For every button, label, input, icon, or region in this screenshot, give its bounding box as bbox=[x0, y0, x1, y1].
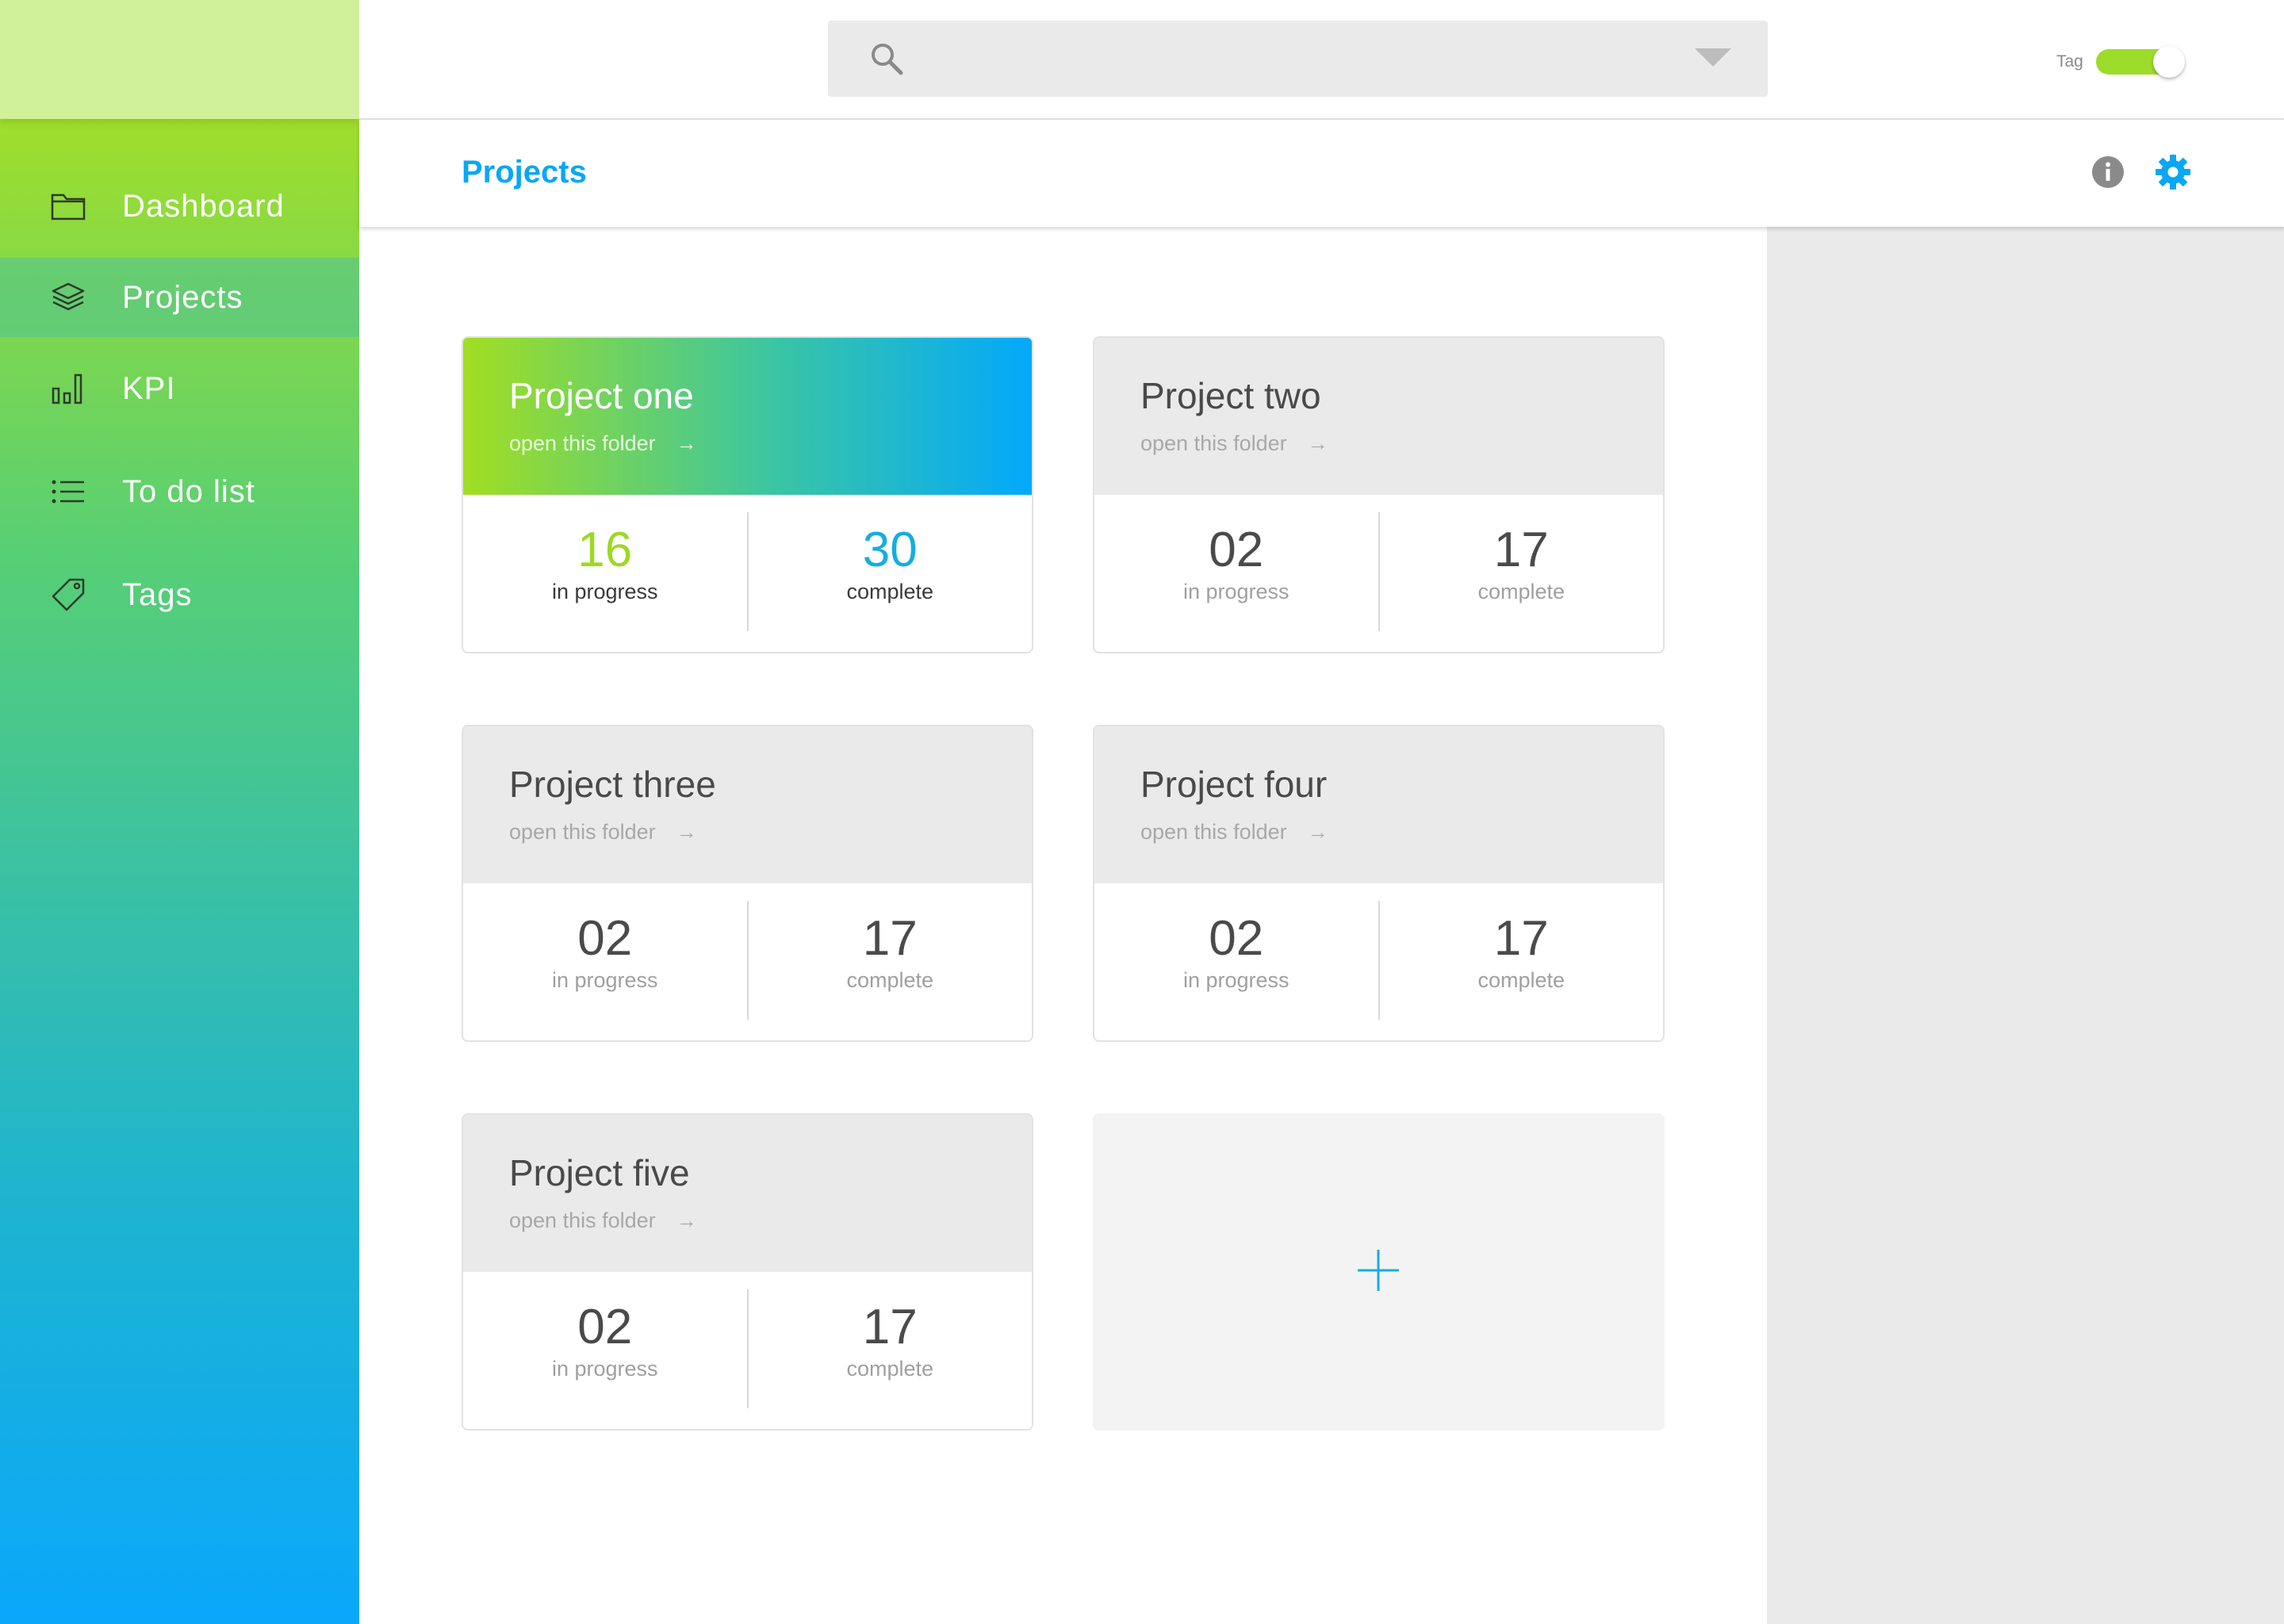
card-title: Project two bbox=[1140, 375, 1321, 416]
add-project-button[interactable] bbox=[1093, 1113, 1665, 1431]
open-folder-label: open this folder bbox=[1140, 820, 1287, 844]
complete-count: 17 bbox=[862, 1300, 918, 1354]
open-folder-link[interactable]: open this folder → bbox=[1140, 431, 1663, 456]
app-window: Dashboard Projects KPI To do list Tags T… bbox=[0, 0, 2284, 1624]
card-title: Project five bbox=[509, 1152, 690, 1193]
sidebar-item-label: Dashboard bbox=[122, 188, 285, 224]
sidebar-item-tags[interactable]: Tags bbox=[0, 543, 359, 646]
stat-complete: 17 complete bbox=[749, 1272, 1033, 1429]
top-bar: Tag bbox=[359, 0, 2284, 120]
card-title: Project three bbox=[509, 764, 716, 805]
open-folder-label: open this folder bbox=[1140, 431, 1287, 455]
card-stats: 02 in progress 17 complete bbox=[463, 883, 1033, 1040]
sidebar-item-kpi[interactable]: KPI bbox=[0, 337, 359, 440]
arrow-right-icon: → bbox=[1307, 431, 1328, 455]
search-input[interactable] bbox=[828, 21, 1768, 97]
stat-in-progress: 02 in progress bbox=[1094, 512, 1380, 631]
in-progress-count: 02 bbox=[577, 911, 633, 966]
card-stats: 02 in progress 17 complete bbox=[1094, 883, 1664, 1040]
card-stats: 16 in progress 30 complete bbox=[463, 495, 1033, 652]
sidebar-item-label: Projects bbox=[122, 279, 243, 315]
list-icon bbox=[49, 473, 87, 511]
in-progress-label: in progress bbox=[551, 580, 658, 603]
arrow-right-icon: → bbox=[1307, 820, 1328, 844]
stat-in-progress: 02 in progress bbox=[463, 901, 749, 1020]
open-folder-label: open this folder bbox=[509, 431, 656, 455]
sidebar-nav: Dashboard Projects KPI To do list Tags bbox=[0, 155, 359, 646]
toggle-knob bbox=[2153, 46, 2185, 78]
open-folder-link[interactable]: open this folder → bbox=[509, 1208, 1032, 1233]
complete-count: 17 bbox=[862, 911, 918, 966]
card-stats: 02 in progress 17 complete bbox=[463, 1272, 1033, 1429]
open-folder-link[interactable]: open this folder → bbox=[509, 820, 1032, 845]
gear-icon[interactable] bbox=[2155, 154, 2191, 194]
complete-count: 17 bbox=[1493, 523, 1549, 577]
stat-complete: 17 complete bbox=[749, 883, 1033, 1040]
sidebar-item-to-do-list[interactable]: To do list bbox=[0, 440, 359, 543]
complete-count: 17 bbox=[1493, 911, 1549, 966]
sidebar-item-label: To do list bbox=[122, 473, 255, 509]
complete-label: complete bbox=[846, 580, 934, 603]
in-progress-label: in progress bbox=[551, 968, 658, 992]
project-card-three[interactable]: Project three open this folder → 02 in p… bbox=[462, 725, 1033, 1042]
page-header: Projects bbox=[359, 120, 2284, 227]
info-icon[interactable] bbox=[2091, 155, 2125, 193]
bar-chart-icon bbox=[49, 370, 87, 408]
in-progress-count: 16 bbox=[577, 523, 633, 577]
stat-complete: 17 complete bbox=[1380, 883, 1664, 1040]
in-progress-count: 02 bbox=[1209, 911, 1264, 966]
card-header: Project two open this folder → bbox=[1094, 338, 1663, 495]
sidebar: Dashboard Projects KPI To do list Tags bbox=[0, 0, 359, 1624]
stat-in-progress: 16 in progress bbox=[463, 512, 749, 631]
search-icon bbox=[869, 41, 904, 80]
arrow-right-icon: → bbox=[676, 1208, 697, 1232]
in-progress-label: in progress bbox=[551, 1357, 658, 1381]
folder-icon bbox=[49, 187, 87, 225]
card-title: Project one bbox=[509, 375, 694, 416]
page-title: Projects bbox=[462, 155, 587, 190]
card-header: Project three open this folder → bbox=[463, 726, 1032, 883]
stat-complete: 30 complete bbox=[749, 495, 1033, 652]
open-folder-label: open this folder bbox=[509, 820, 656, 844]
chevron-down-icon[interactable] bbox=[1695, 48, 1731, 67]
project-card-one[interactable]: Project one open this folder → 16 in pro… bbox=[462, 336, 1033, 653]
sidebar-item-label: Tags bbox=[122, 576, 193, 612]
in-progress-label: in progress bbox=[1182, 580, 1290, 603]
open-folder-link[interactable]: open this folder → bbox=[509, 431, 1032, 456]
card-header: Project one open this folder → bbox=[463, 338, 1032, 495]
plus-icon bbox=[1358, 1250, 1399, 1291]
arrow-right-icon: → bbox=[676, 431, 697, 455]
complete-label: complete bbox=[846, 968, 934, 992]
complete-count: 30 bbox=[862, 523, 918, 577]
sidebar-header bbox=[0, 0, 359, 119]
in-progress-label: in progress bbox=[1182, 968, 1290, 992]
tag-toggle[interactable] bbox=[2096, 46, 2185, 78]
stat-in-progress: 02 in progress bbox=[1094, 901, 1380, 1020]
project-card-four[interactable]: Project four open this folder → 02 in pr… bbox=[1093, 725, 1665, 1042]
card-header: Project five open this folder → bbox=[463, 1115, 1032, 1272]
layers-icon bbox=[49, 278, 87, 316]
arrow-right-icon: → bbox=[676, 820, 697, 844]
sidebar-item-label: KPI bbox=[122, 370, 176, 406]
card-title: Project four bbox=[1140, 764, 1328, 805]
card-stats: 02 in progress 17 complete bbox=[1094, 495, 1664, 652]
in-progress-count: 02 bbox=[577, 1300, 633, 1354]
tag-toggle-label: Tag bbox=[2056, 52, 2083, 71]
tag-icon bbox=[49, 576, 87, 614]
card-header: Project four open this folder → bbox=[1094, 726, 1663, 883]
complete-label: complete bbox=[1477, 580, 1565, 603]
right-panel bbox=[1767, 227, 2284, 1624]
sidebar-item-projects[interactable]: Projects bbox=[0, 258, 359, 337]
stat-in-progress: 02 in progress bbox=[463, 1289, 749, 1408]
project-card-five[interactable]: Project five open this folder → 02 in pr… bbox=[462, 1113, 1033, 1431]
complete-label: complete bbox=[1477, 968, 1565, 992]
complete-label: complete bbox=[846, 1357, 934, 1381]
open-folder-link[interactable]: open this folder → bbox=[1140, 820, 1663, 845]
open-folder-label: open this folder bbox=[509, 1208, 656, 1232]
in-progress-count: 02 bbox=[1209, 523, 1264, 577]
project-card-two[interactable]: Project two open this folder → 02 in pro… bbox=[1093, 336, 1665, 653]
stat-complete: 17 complete bbox=[1380, 495, 1664, 652]
sidebar-item-dashboard[interactable]: Dashboard bbox=[0, 155, 359, 258]
